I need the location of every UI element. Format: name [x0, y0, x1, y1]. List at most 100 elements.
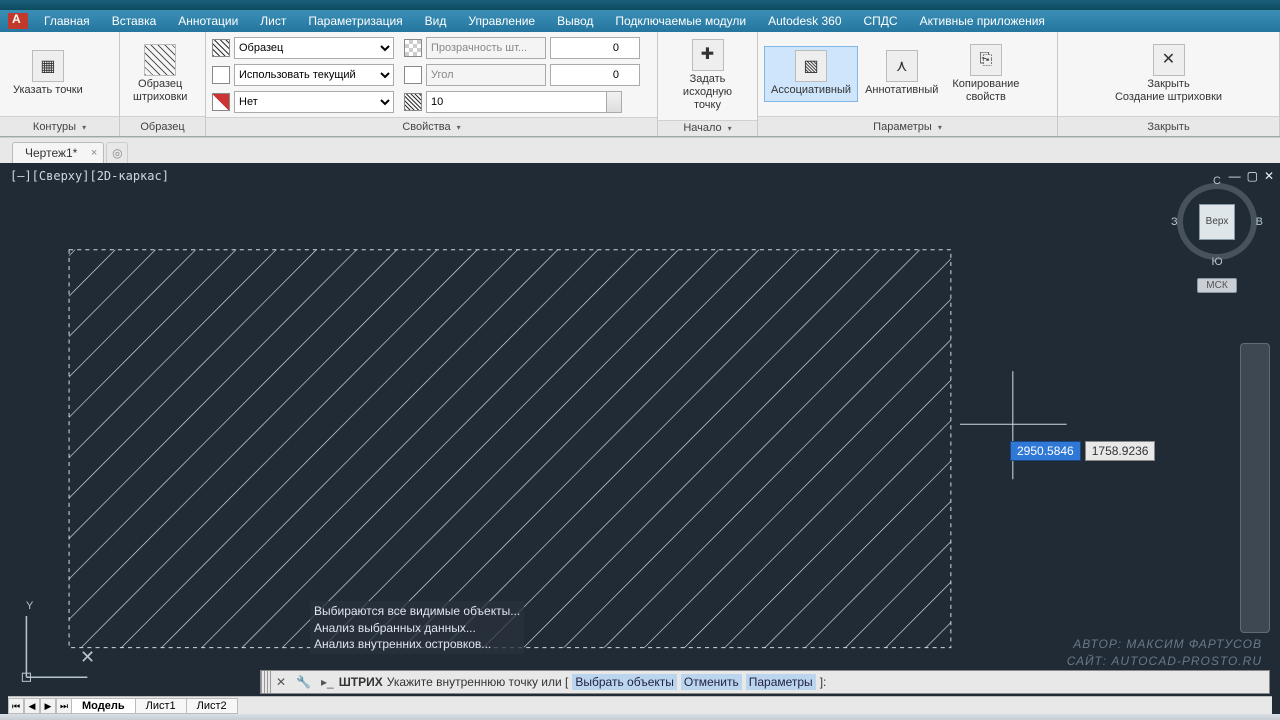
menu-output[interactable]: Вывод [547, 12, 603, 30]
panel-close: ✕ Закрыть Создание штриховки Закрыть [1058, 32, 1280, 136]
viewcube-north[interactable]: С [1213, 175, 1221, 187]
command-tail: ]: [820, 675, 827, 689]
pick-points-button[interactable]: ▦ Указать точки [6, 46, 90, 101]
angle-label [426, 64, 546, 86]
match-properties-label: Копирование свойств [952, 78, 1019, 104]
menu-home[interactable]: Главная [34, 12, 100, 30]
log-line: Анализ внутренних островков... [314, 636, 520, 652]
pick-points-label: Указать точки [13, 84, 83, 97]
set-origin-label: Задать исходную точку [671, 73, 744, 113]
match-properties-icon: ⎘ [970, 44, 1002, 76]
hatch-pattern-icon [144, 44, 176, 76]
menu-annotations[interactable]: Аннотации [168, 12, 248, 30]
chevron-down-icon[interactable] [726, 122, 732, 134]
watermark: АВТОР: МАКСИМ ФАРТУСОВ САЙТ: AUTOCAD-PRO… [1067, 636, 1262, 670]
pattern-type-icon[interactable] [212, 39, 230, 57]
panel-props-title: Свойства [402, 121, 450, 133]
tab-nav-prev-icon[interactable]: ◀ [24, 698, 40, 714]
color-icon[interactable] [212, 93, 230, 111]
chevron-down-icon[interactable] [455, 121, 461, 133]
menu-active-apps[interactable]: Активные приложения [910, 12, 1055, 30]
viewcube-east[interactable]: В [1256, 216, 1263, 228]
viewcube-south[interactable]: Ю [1211, 256, 1222, 268]
annotative-icon: ⋏ [886, 50, 918, 82]
panel-close-title: Закрыть [1147, 121, 1189, 133]
command-line[interactable]: ✕ 🔧 ▸_ ШТРИХ Укажите внутреннюю точку ил… [260, 670, 1270, 694]
scale-input[interactable] [426, 91, 622, 113]
chevron-down-icon[interactable] [936, 121, 942, 133]
command-name: ШТРИХ [339, 675, 383, 689]
document-tabs: Чертеж1* × ◎ [0, 137, 1280, 163]
panel-pattern-title: Образец [140, 121, 184, 133]
color-select[interactable]: Нет [234, 91, 394, 113]
navigation-bar[interactable] [1240, 343, 1270, 633]
cmd-option-select[interactable]: Выбрать объекты [572, 674, 677, 690]
menu-manage[interactable]: Управление [458, 12, 545, 30]
tab-model[interactable]: Модель [71, 698, 136, 714]
hatch-pattern-button[interactable]: Образец штриховки [126, 40, 194, 108]
panel-properties: Образец Использовать текущий Нет [206, 32, 658, 136]
drawing-canvas[interactable]: [–][Сверху][2D-каркас] — ▢ ✕ 2950.5846 [0, 163, 1280, 714]
ribbon: ▦ Указать точки Контуры Образец штриховк… [0, 32, 1280, 137]
panel-contours-title: Контуры [33, 121, 76, 133]
new-tab-button[interactable]: ◎ [106, 142, 128, 163]
log-line: Выбираются все видимые объекты... [314, 603, 520, 619]
close-tab-icon[interactable]: × [91, 147, 97, 159]
viewcube-west[interactable]: З [1171, 216, 1178, 228]
watermark-site: САЙТ: AUTOCAD-PROSTO.RU [1067, 653, 1262, 670]
panel-options-title: Параметры [873, 121, 932, 133]
annotative-button[interactable]: ⋏ Аннотативный [858, 46, 945, 101]
menu-a360[interactable]: Autodesk 360 [758, 12, 851, 30]
close-cmdline-icon[interactable]: ✕ [271, 675, 291, 689]
cmd-option-settings[interactable]: Параметры [746, 674, 816, 690]
layer-icon[interactable] [212, 66, 230, 84]
match-properties-button[interactable]: ⎘ Копирование свойств [945, 40, 1026, 108]
chevron-down-icon[interactable] [80, 121, 86, 133]
transparency-icon[interactable] [404, 39, 422, 57]
drawing-svg [0, 163, 1280, 714]
scale-icon[interactable] [404, 93, 422, 111]
transparency-input[interactable] [550, 37, 640, 59]
ucs-y-label: Y [26, 600, 33, 612]
window-titlebar [0, 0, 1280, 10]
menu-parametric[interactable]: Параметризация [298, 12, 412, 30]
tab-nav-last-icon[interactable]: ⏭ [56, 698, 72, 714]
wcs-button[interactable]: МСК [1197, 278, 1236, 293]
document-tab-label: Чертеж1* [25, 146, 77, 160]
set-origin-button[interactable]: ✚ Задать исходную точку [664, 35, 751, 117]
viewcube[interactable]: С Ю З В Верх МСК [1172, 183, 1262, 293]
pattern-select[interactable]: Образец [234, 37, 394, 59]
watermark-author: АВТОР: МАКСИМ ФАРТУСОВ [1067, 636, 1262, 653]
coord-x[interactable]: 2950.5846 [1010, 441, 1081, 461]
wrench-icon[interactable]: 🔧 [291, 675, 316, 689]
command-log: Выбираются все видимые объекты... Анализ… [310, 601, 524, 654]
cmd-option-undo[interactable]: Отменить [681, 674, 742, 690]
dynamic-coords: 2950.5846 1758.9236 [1010, 441, 1155, 461]
close-icon: ✕ [1153, 44, 1185, 76]
coord-y[interactable]: 1758.9236 [1085, 441, 1156, 461]
app-logo-icon [8, 13, 28, 29]
angle-icon[interactable] [404, 66, 422, 84]
menu-view[interactable]: Вид [415, 12, 457, 30]
close-hatch-button[interactable]: ✕ Закрыть Создание штриховки [1108, 40, 1229, 108]
menu-spds[interactable]: СПДС [854, 12, 908, 30]
associative-button[interactable]: ▧ Ассоциативный [764, 46, 858, 101]
tab-sheet2[interactable]: Лист2 [186, 698, 238, 714]
menu-sheet[interactable]: Лист [250, 12, 296, 30]
delete-marker-icon: ✕ [80, 647, 95, 668]
viewcube-top[interactable]: Верх [1199, 204, 1235, 240]
angle-input[interactable] [550, 64, 640, 86]
menu-plugins[interactable]: Подключаемые модули [605, 12, 756, 30]
document-tab[interactable]: Чертеж1* × [12, 142, 104, 163]
menu-insert[interactable]: Вставка [102, 12, 167, 30]
grip-icon[interactable] [261, 671, 271, 693]
panel-options: ▧ Ассоциативный ⋏ Аннотативный ⎘ Копиров… [758, 32, 1058, 136]
associative-icon: ▧ [795, 50, 827, 82]
tab-nav-next-icon[interactable]: ▶ [40, 698, 56, 714]
panel-origin-title: Начало [683, 122, 721, 134]
panel-contours: ▦ Указать точки Контуры [0, 32, 120, 136]
layer-select[interactable]: Использовать текущий [234, 64, 394, 86]
panel-pattern: Образец штриховки Образец [120, 32, 206, 136]
tab-sheet1[interactable]: Лист1 [135, 698, 187, 714]
tab-nav-first-icon[interactable]: ⏮ [8, 698, 24, 714]
